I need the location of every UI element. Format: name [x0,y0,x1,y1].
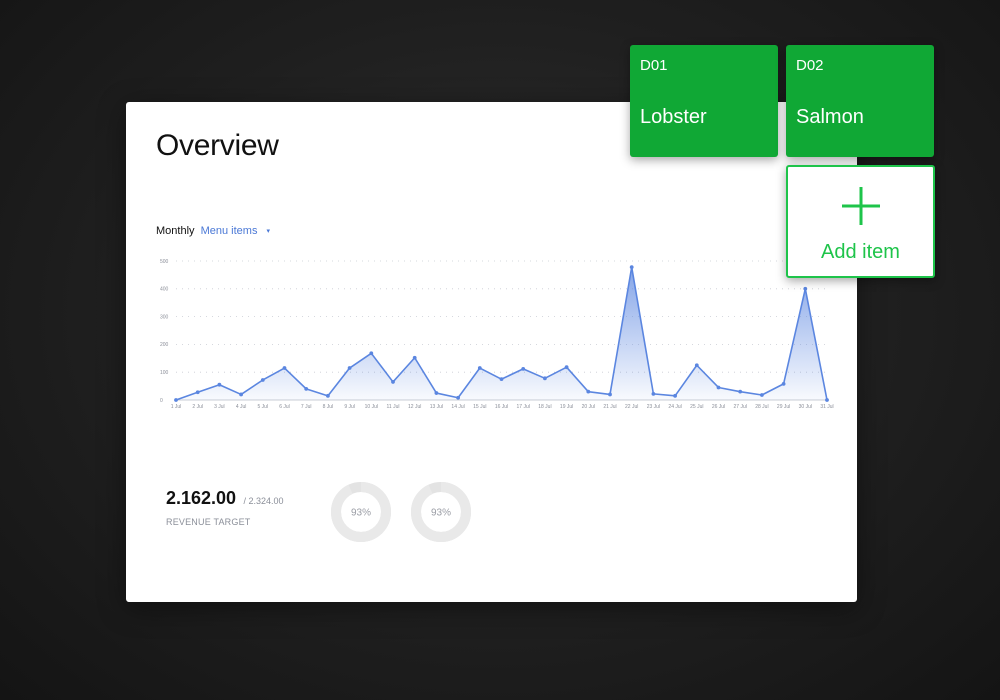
menu-card-name: Lobster [640,106,707,128]
x-tick-label: 4 Jul [236,404,247,410]
revenue-summary: 2.162.00 / 2.324.00 REVENUE TARGET [166,488,284,527]
y-tick-label: 400 [160,287,169,293]
data-point [760,393,764,397]
x-tick-label: 19 Jul [560,404,573,410]
data-point [564,365,569,370]
gauge-1-label: 93% [351,508,371,519]
x-tick-label: 6 Jul [279,404,290,410]
x-tick-label: 31 Jul [820,404,833,410]
y-tick-label: 100 [160,370,169,376]
dropdown-caret-icon[interactable]: ▾ [267,228,271,235]
y-tick-label: 0 [160,398,163,404]
data-point [239,392,243,397]
data-point [629,265,634,270]
y-tick-label: 300 [160,314,169,320]
data-point [326,393,330,398]
data-point [803,286,808,291]
data-point [738,389,743,394]
data-point [174,398,178,402]
x-tick-label: 13 Jul [430,404,443,410]
data-point [347,366,352,370]
revenue-value: 2.162.00 [166,488,237,508]
x-tick-label: 9 Jul [344,404,355,410]
x-tick-label: 8 Jul [323,404,334,410]
data-point [369,351,374,356]
plus-icon [842,187,880,225]
gauge-1: 93% [331,482,391,542]
data-point [304,386,309,391]
revenue-target-value: / 2.324.00 [243,496,284,506]
menu-card-d02[interactable]: D02 Salmon [786,45,934,157]
data-point [608,392,612,397]
gauge-2-label: 93% [431,508,451,519]
x-tick-label: 21 Jul [603,404,616,410]
data-point [195,390,200,395]
data-point [543,376,547,381]
x-tick-label: 26 Jul [712,404,725,410]
data-point [586,389,591,394]
data-point [282,366,287,370]
menu-card-code: D02 [796,57,824,74]
x-tick-label: 3 Jul [214,404,225,410]
metric-dropdown[interactable]: Menu items [201,225,258,237]
x-tick-label: 7 Jul [301,404,312,410]
x-tick-label: 12 Jul [408,404,421,410]
x-tick-label: 24 Jul [668,404,681,410]
menu-card-d01[interactable]: D01 Lobster [630,45,778,157]
data-point [477,366,482,370]
gauge-2: 93% [411,482,471,542]
x-tick-label: 27 Jul [734,404,747,410]
data-point [781,381,786,386]
page-title: Overview [156,129,279,162]
data-point [217,382,222,387]
x-tick-label: 5 Jul [258,404,269,410]
x-tick-label: 16 Jul [495,404,508,410]
x-tick-label: 17 Jul [517,404,530,410]
data-point [434,391,439,395]
data-point [456,395,460,400]
x-tick-label: 15 Jul [473,404,486,410]
period-label: Monthly [156,225,195,237]
chart-header: Monthly Menu items ▾ [156,225,270,237]
y-tick-label: 500 [160,259,169,265]
data-point [651,391,656,396]
data-point [521,366,526,371]
data-point [260,378,265,382]
x-tick-label: 25 Jul [690,404,703,410]
x-tick-label: 28 Jul [755,404,768,410]
menu-card-name: Salmon [796,106,864,128]
x-tick-label: 14 Jul [451,404,464,410]
x-tick-label: 22 Jul [625,404,638,410]
data-point [694,363,699,368]
x-tick-label: 1 Jul [171,404,182,410]
data-point [412,355,417,360]
x-tick-label: 30 Jul [799,404,812,410]
x-tick-label: 2 Jul [192,404,203,410]
x-tick-label: 29 Jul [777,404,790,410]
x-tick-label: 23 Jul [647,404,660,410]
overview-panel: Overview Monthly Menu items ▾ 0 100 200 300… [126,102,857,602]
add-item-label: Add item [821,241,900,263]
x-tick-label: 11 Jul [387,404,400,410]
data-point [673,393,677,398]
revenue-target-label: REVENUE TARGET [166,517,251,527]
add-item-button[interactable]: Add item [786,165,935,278]
data-point [499,377,504,382]
y-tick-label: 200 [160,342,169,348]
menu-items-chart: 0 100 200 300 400 500 1 Jul 2 Jul 3 Jul 4 Jul 5 Ju… [160,259,834,410]
x-tick-label: 18 Jul [538,404,551,410]
data-point [716,385,721,390]
x-tick-label: 20 Jul [582,404,595,410]
x-tick-label: 10 Jul [365,404,378,410]
data-point [825,398,829,402]
menu-card-code: D01 [640,57,668,74]
data-point [391,380,395,384]
